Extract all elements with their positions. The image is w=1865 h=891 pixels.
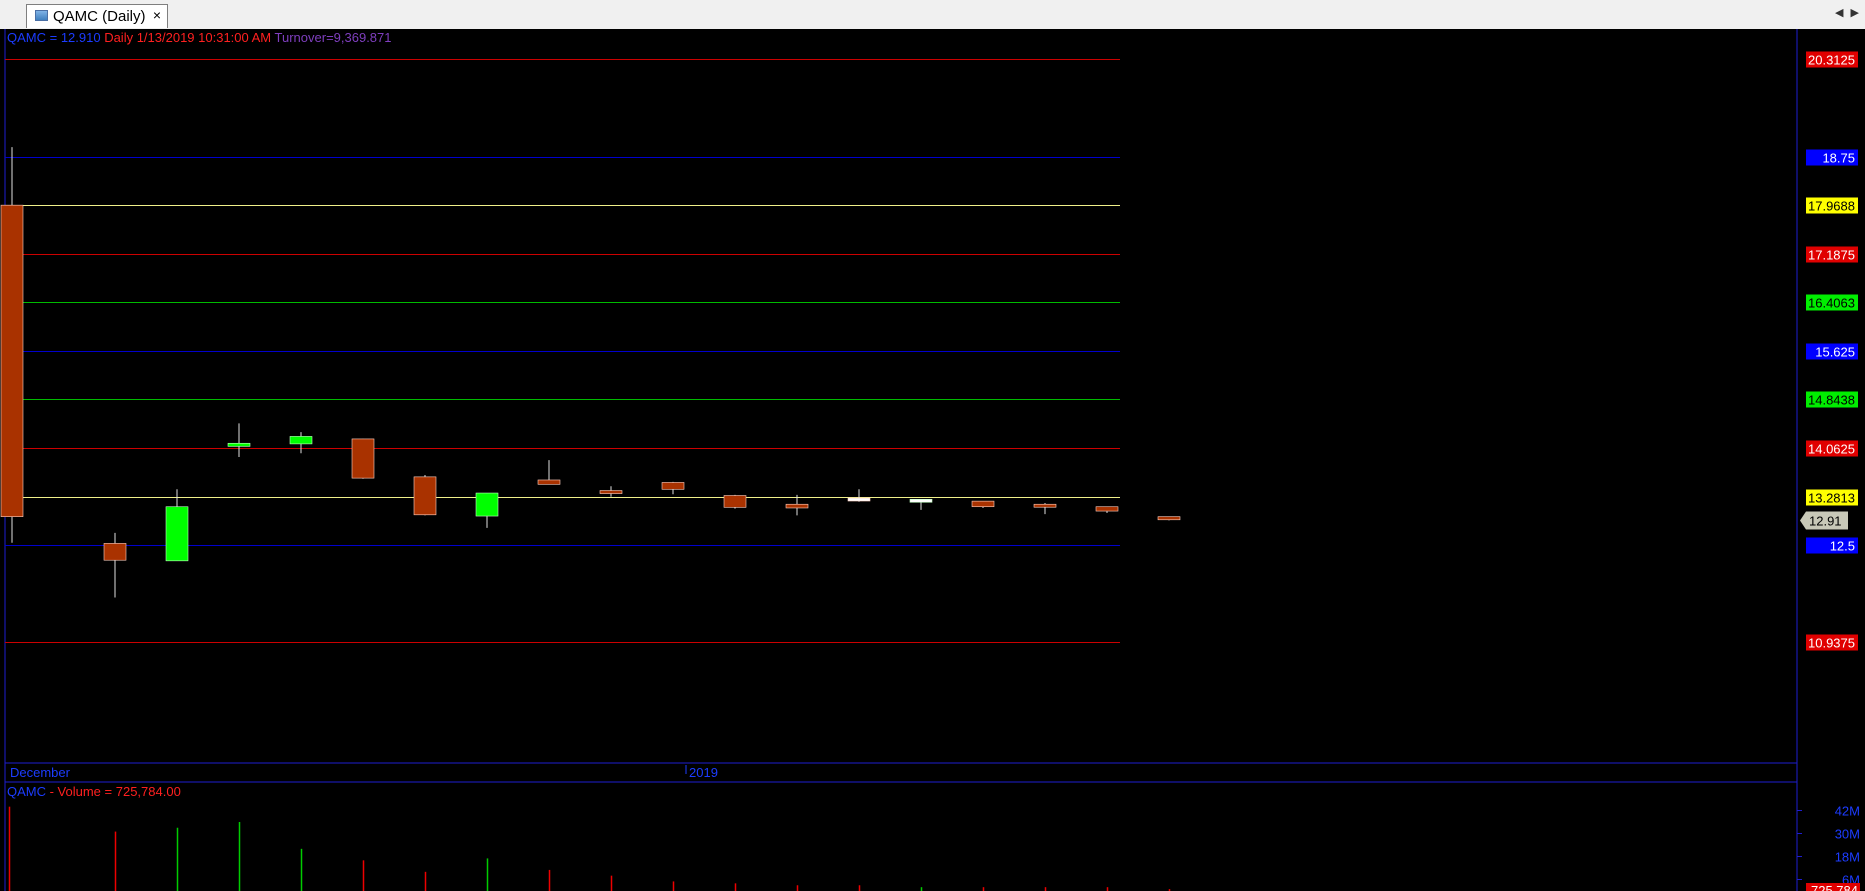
volume-tick-label-0: 42M [1835,804,1860,819]
last-price-label: 12.91 [1809,514,1842,529]
chart-window: QAMC (Daily) × ◀ ▶ 20.3125 18.75 17.9688 17… [0,0,1865,891]
level-label-7: 14.0625 [1808,442,1855,457]
volume-header-symbol: QAMC [7,784,46,799]
level-label-9: 12.5 [1830,539,1855,554]
candle-body-14 [909,498,933,503]
level-label-6: 14.8438 [1808,393,1855,408]
candle-body-13 [847,497,871,502]
level-label-10: 10.9375 [1808,636,1855,651]
candle-body-11 [723,495,747,508]
chart-background [0,29,1865,891]
close-icon[interactable]: × [153,7,161,23]
level-label-5: 15.625 [1815,345,1855,360]
candle-body-0 [0,204,24,517]
candle-body-17 [1095,506,1119,512]
price-chart[interactable]: 20.3125 18.75 17.9688 17.1875 16.4063 15.625 1… [0,29,1865,891]
level-label-1: 18.75 [1822,151,1855,166]
volume-tick-label-2: 18M [1835,850,1860,865]
tab-bar: QAMC (Daily) × ◀ ▶ [0,0,1865,30]
candle-body-1 [103,543,127,561]
level-label-4: 16.4063 [1808,296,1855,311]
candle-body-15 [971,500,995,508]
header-price: = 12.910 [46,30,101,45]
candle-body-7 [475,492,499,517]
tab-title: QAMC (Daily) [53,8,146,25]
candle-body-5 [351,438,375,479]
level-label-3: 17.1875 [1808,248,1855,263]
x-label-december: December [10,765,71,780]
candle-body-2 [165,506,189,562]
header-turnover: Turnover=9,369.871 [275,30,392,45]
candle-body-18 [1157,516,1181,521]
candle-body-10 [661,482,685,490]
candle-body-9 [599,490,623,494]
volume-tick-label-1: 30M [1835,827,1860,842]
header-meta: Daily 1/13/2019 10:31:00 AM [101,30,275,45]
chart-icon [35,10,48,21]
level-label-2: 17.9688 [1808,199,1855,214]
tab-scroll-arrows[interactable]: ◀ ▶ [1835,6,1861,19]
header-symbol: QAMC [7,30,46,45]
chart-header: QAMC = 12.910 Daily 1/13/2019 10:31:00 A… [7,30,392,45]
candle-body-3 [227,442,251,447]
level-label-0: 20.3125 [1808,53,1855,68]
volume-last-label: 725,784 [1811,883,1858,891]
candle-body-12 [785,503,809,509]
candle-body-16 [1033,503,1057,508]
candle-body-4 [289,436,313,445]
candle-body-6 [413,476,437,516]
tab-qamc-daily[interactable]: QAMC (Daily) × [26,4,168,28]
volume-header-value: - Volume = 725,784.00 [46,784,181,799]
x-label-2019: 2019 [689,765,718,780]
level-label-8: 13.2813 [1808,491,1855,506]
volume-header: QAMC - Volume = 725,784.00 [7,784,181,799]
candle-body-8 [537,479,561,485]
